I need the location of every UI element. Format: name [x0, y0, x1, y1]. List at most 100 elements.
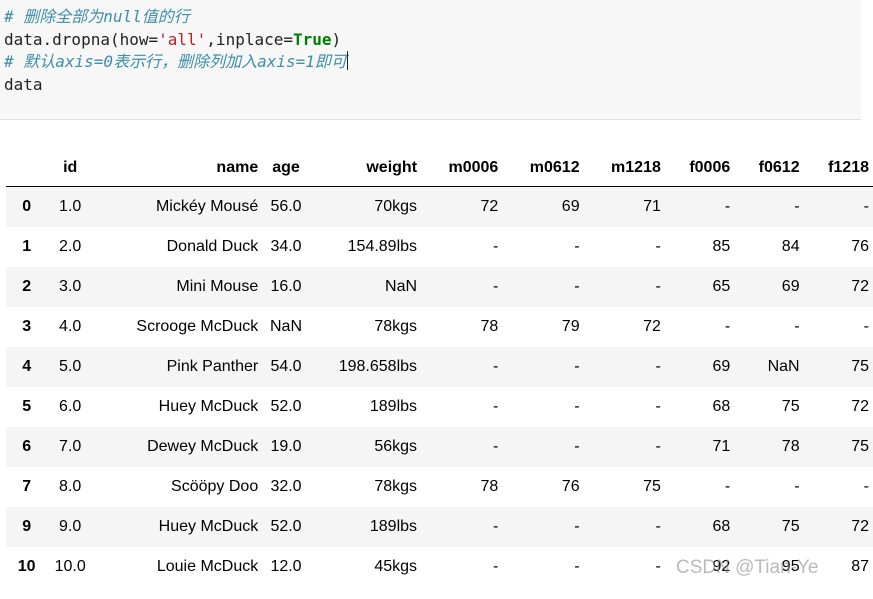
table-cell-name: Scrooge McDuck — [136, 318, 259, 335]
cell-output: id name age weight m0006 m0612 m1218 f00… — [6, 150, 873, 587]
table-cell-id: 5.0 — [47, 347, 93, 387]
table-row: 3 4.0 Scrooge McDuck NaN 78kgs 78 79 72 - - - — [6, 307, 873, 347]
table-cell-id: 3.0 — [47, 267, 93, 307]
table-cell-m0006: - — [421, 347, 503, 387]
code-line-2: data.dropna(how='all',inplace=True) — [4, 29, 861, 52]
table-row: 1 2.0 Donald Duck 34.0 154.89lbs - - - 85 84 76 — [6, 227, 873, 267]
table-cell-f0612: - — [734, 186, 804, 227]
table-cell-f1218: 72 — [803, 507, 873, 547]
table-cell-f0612: 75 — [734, 507, 804, 547]
table-cell-m0006: 72 — [421, 186, 503, 227]
table-cell-age: 56.0 — [262, 186, 310, 227]
table-cell-m0612: 79 — [561, 318, 580, 335]
table-cell-id: 8.0 — [59, 478, 82, 495]
table-cell-age: 52.0 — [262, 507, 310, 547]
table-cell-f0612: 69 — [734, 267, 804, 307]
row-index-cell: 5 — [22, 398, 32, 415]
table-cell-f0612: 75 — [781, 398, 800, 415]
header-f1218: f1218 — [803, 150, 873, 187]
table-header-row: id name age weight m0006 m0612 m1218 f00… — [6, 150, 873, 187]
table-cell-f1218: 76 — [851, 238, 869, 255]
table-cell-f1218: - — [803, 186, 873, 227]
code-line-1: # 删除全部为null值的行 — [4, 6, 861, 29]
table-cell-age: 34.0 — [270, 238, 302, 255]
code-call-mid: ,inplace= — [206, 29, 293, 49]
table-cell-f1218: 75 — [803, 427, 873, 467]
code-line-3: # 默认axis=0表示行，删除列加入axis=1即可 — [4, 51, 861, 74]
table-cell-m0612: 76 — [561, 478, 580, 495]
table-cell-f0006: 68 — [664, 507, 735, 547]
table-row: 6 7.0 Dewey McDuck 19.0 56kgs - - -71 78 75 — [6, 427, 873, 467]
table-cell-name: Dewey McDuck — [92, 427, 263, 467]
row-index-cell: 9 — [6, 507, 48, 547]
table-cell-id: 4.0 — [59, 318, 82, 335]
table-cell-f0006: - — [664, 186, 735, 227]
table-cell-m1218: - — [655, 398, 661, 415]
table-cell-f0612: - — [794, 318, 800, 335]
code-call-suffix: ) — [331, 29, 342, 49]
header-index — [6, 150, 48, 187]
table-cell-weight: 154.89lbs — [347, 238, 418, 255]
table-row: 4 5.0 Pink Panther 54.0 198.658lbs - - -69 NaN 75 — [6, 347, 873, 387]
table-cell-m0612: - — [502, 347, 584, 387]
table-cell-name: Donald Duck — [166, 238, 259, 255]
table-cell-f0006: 68 — [712, 398, 731, 415]
code-string: 'all' — [158, 29, 207, 49]
header-age: age — [262, 150, 310, 187]
table-cell-id: 6.0 — [59, 398, 82, 415]
row-index-cell: 2 — [6, 267, 48, 307]
table-cell-m0006: - — [492, 238, 499, 255]
dataframe-table: id name age weight m0006 m0612 m1218 f00… — [6, 150, 873, 587]
table-cell-f0006: 85 — [712, 238, 731, 255]
table-cell-name: Scööpy Doo — [171, 478, 259, 495]
table-cell-m0006: - — [492, 558, 499, 575]
table-cell-f1218: - — [863, 478, 869, 495]
table-cell-weight: 78kgs — [374, 318, 418, 335]
table-cell-weight: 198.658lbs — [309, 347, 422, 387]
table-cell-m1218: 75 — [643, 478, 661, 495]
table-cell-weight: 189lbs — [369, 398, 418, 415]
table-cell-name: Pink Panther — [92, 347, 263, 387]
table-cell-name: Huey McDuck — [158, 398, 259, 415]
header-name: name — [92, 150, 263, 187]
code-cell-input[interactable]: # 删除全部为null值的行 data.dropna(how='all',inp… — [0, 0, 861, 120]
table-cell-name: Huey McDuck — [92, 507, 263, 547]
row-index-cell: 10 — [17, 558, 36, 575]
row-index-cell: 0 — [6, 186, 48, 227]
table-row: 5 6.0 Huey McDuck 52.0 189lbs - - - 68 75 72 — [6, 387, 873, 427]
header-m0006: m0006 — [421, 150, 503, 187]
table-cell-f0612: 84 — [781, 238, 800, 255]
header-f0612: f0612 — [734, 150, 804, 187]
table-cell-f0612: 78 — [734, 427, 804, 467]
table-cell-age: NaN — [270, 318, 303, 335]
table-cell-m1218: - — [655, 558, 661, 575]
table-cell-m1218: - — [655, 238, 661, 255]
table-cell-f0006: 71 — [664, 427, 735, 467]
table-cell-f0006: - — [724, 478, 731, 495]
row-index-cell: 6 — [6, 427, 48, 467]
table-row: 2 3.0 Mini Mouse 16.0 NaN - - -65 69 72 — [6, 267, 873, 307]
table-cell-age: 19.0 — [262, 427, 310, 467]
table-cell-m0006: 78 — [480, 318, 499, 335]
header-id: id — [47, 150, 93, 187]
header-f0006: f0006 — [664, 150, 735, 187]
table-cell-age: 12.0 — [270, 558, 302, 575]
table-cell-m0612: - — [502, 267, 584, 307]
table-cell-m1218: - — [583, 507, 665, 547]
table-cell-f0006: - — [724, 318, 731, 335]
table-cell-m1218: 72 — [643, 318, 661, 335]
table-row: 7 8.0 Scööpy Doo 32.0 78kgs 78 76 75 - - - — [6, 467, 873, 507]
code-comment-2: # 默认axis=0表示行，删除列加入axis=1即可 — [4, 52, 347, 71]
table-cell-m1218: - — [583, 267, 665, 307]
table-cell-m0612: 69 — [502, 186, 584, 227]
table-cell-weight: NaN — [309, 267, 422, 307]
header-m1218: m1218 — [583, 150, 665, 187]
table-cell-f1218: 75 — [803, 347, 873, 387]
watermark: CSDN @Tian-Ye — [676, 557, 819, 578]
table-cell-id: 9.0 — [47, 507, 93, 547]
table-cell-name: Mini Mouse — [92, 267, 263, 307]
table-row: 0 1.0 Mickéy Mousé 56.0 70kgs 72 69 71- - - — [6, 186, 873, 227]
table-row: 9 9.0 Huey McDuck 52.0 189lbs - - -68 75 72 — [6, 507, 873, 547]
table-cell-age: 32.0 — [270, 478, 302, 495]
table-cell-weight: 45kgs — [374, 558, 418, 575]
